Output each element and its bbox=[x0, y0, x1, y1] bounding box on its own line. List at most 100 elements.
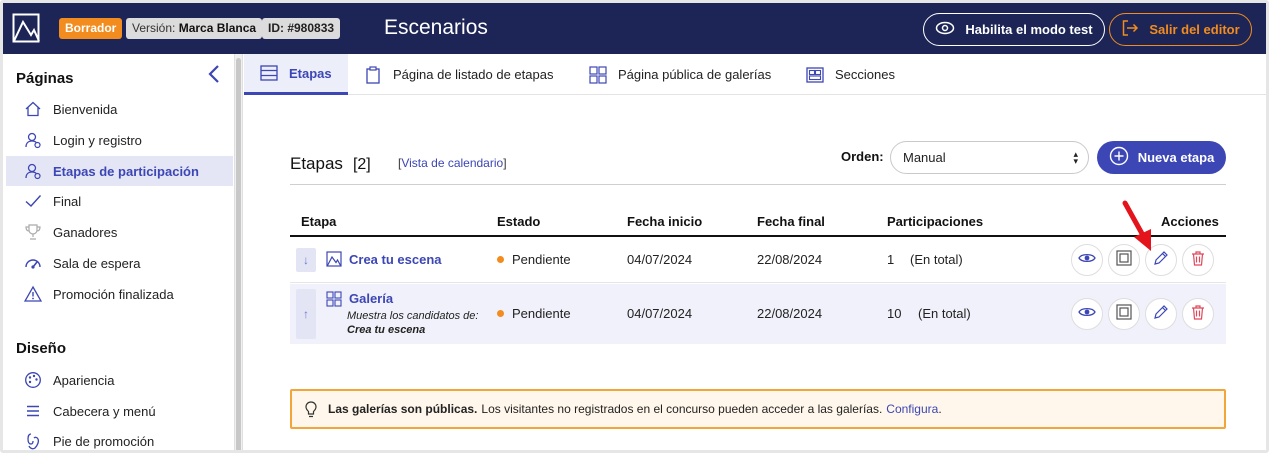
column-header-estado: Estado bbox=[497, 214, 541, 229]
tab-listado-etapas[interactable]: Página de listado de etapas bbox=[364, 54, 553, 95]
logo-icon[interactable] bbox=[12, 13, 40, 43]
stage-description-text: Muestra los candidatos de: bbox=[347, 310, 479, 322]
user-stages-icon bbox=[23, 161, 43, 181]
order-select[interactable]: Manual ▴ ▾ bbox=[890, 141, 1089, 174]
design-section-title: Diseño bbox=[16, 340, 67, 357]
stage-name-link[interactable]: Galería bbox=[349, 291, 393, 306]
edit-button[interactable] bbox=[1145, 298, 1177, 330]
sidebar-item-label: Login y registro bbox=[53, 132, 142, 148]
collapse-sidebar-icon[interactable] bbox=[206, 64, 222, 84]
test-mode-button[interactable]: Habilita el modo test bbox=[923, 13, 1105, 46]
configure-link[interactable]: Configura bbox=[886, 402, 938, 416]
exit-editor-button[interactable]: Salir del editor bbox=[1109, 13, 1252, 46]
sidebar-item-ganadores[interactable]: Ganadores bbox=[6, 217, 233, 247]
start-date: 04/07/2024 bbox=[627, 306, 693, 321]
calendar-link-text[interactable]: Vista de calendario bbox=[401, 156, 503, 170]
pages-section-title: Páginas bbox=[16, 70, 74, 87]
status-badge: Pendiente bbox=[497, 306, 571, 321]
sidebar-item-final[interactable]: Final bbox=[6, 186, 233, 216]
stage-name-link[interactable]: Crea tu escena bbox=[349, 252, 442, 267]
tab-label: Página pública de galerías bbox=[618, 67, 772, 82]
sidebar-item-label: Etapas de participación bbox=[53, 163, 199, 179]
user-login-icon bbox=[23, 130, 43, 150]
sidebar-item-sala-espera[interactable]: Sala de espera bbox=[6, 248, 233, 278]
eye-icon bbox=[1078, 305, 1096, 323]
sections-icon bbox=[806, 66, 824, 84]
new-stage-label: Nueva etapa bbox=[1137, 150, 1215, 165]
select-arrows-icon: ▴ ▾ bbox=[1073, 149, 1078, 166]
warning-icon bbox=[23, 284, 43, 304]
column-header-etapa: Etapa bbox=[301, 214, 337, 229]
status-dot bbox=[497, 310, 504, 318]
sidebar-item-cabecera[interactable]: Cabecera y menú bbox=[6, 396, 233, 426]
pencil-icon bbox=[1153, 304, 1169, 325]
test-mode-label: Habilita el modo test bbox=[965, 22, 1093, 37]
sidebar-item-label: Apariencia bbox=[53, 372, 115, 388]
public-gallery-notice: Las galerías son públicas. Los visitante… bbox=[290, 389, 1226, 429]
red-arrow-icon bbox=[1119, 199, 1159, 255]
version-value: Marca Blanca bbox=[178, 21, 257, 35]
notice-title: Las galerías son públicas. bbox=[328, 402, 478, 416]
version-label: Versión: bbox=[132, 21, 176, 35]
order-label: Orden: bbox=[841, 149, 884, 164]
move-down-button[interactable]: ↓ bbox=[296, 248, 316, 272]
gallery-grid-icon bbox=[326, 291, 342, 312]
view-button[interactable] bbox=[1071, 298, 1103, 330]
sidebar-item-login[interactable]: Login y registro bbox=[6, 125, 233, 155]
trash-icon bbox=[1190, 250, 1206, 271]
palette-icon bbox=[23, 370, 43, 390]
tab-label: Secciones bbox=[835, 67, 895, 82]
stages-count: [2] bbox=[352, 156, 371, 173]
view-button[interactable] bbox=[1071, 244, 1103, 276]
stage-description: Muestra los candidatos de: Crea tu escen… bbox=[347, 309, 487, 337]
exit-icon bbox=[1121, 19, 1139, 40]
participations-note: (En total) bbox=[910, 252, 963, 267]
column-header-participaciones: Participaciones bbox=[887, 214, 984, 229]
sidebar-item-label: Bienvenida bbox=[53, 101, 118, 117]
duplicate-icon bbox=[1115, 303, 1133, 326]
duplicate-button[interactable] bbox=[1108, 298, 1140, 330]
list-icon bbox=[260, 64, 278, 82]
status-dot bbox=[497, 256, 504, 264]
sidebar-item-apariencia[interactable]: Apariencia bbox=[6, 365, 233, 395]
calendar-view-link[interactable]: [Vista de calendario] bbox=[398, 156, 507, 170]
sidebar-item-pie-promocion[interactable]: Pie de promoción bbox=[6, 426, 233, 450]
participations-count: 10 bbox=[887, 306, 902, 321]
tab-label: Etapas bbox=[289, 65, 332, 81]
move-up-button[interactable]: ↑ bbox=[296, 289, 316, 339]
home-icon bbox=[23, 99, 43, 119]
participations-note: (En total) bbox=[918, 306, 971, 321]
delete-button[interactable] bbox=[1182, 298, 1214, 330]
clipboard-icon bbox=[364, 65, 382, 84]
sidebar: Páginas Bienvenida Login y registro Etap… bbox=[3, 54, 234, 450]
tab-etapas[interactable]: Etapas bbox=[244, 54, 348, 95]
section-divider bbox=[290, 184, 1226, 185]
tab-secciones[interactable]: Secciones bbox=[806, 54, 895, 95]
stages-heading-text: Etapas bbox=[290, 154, 343, 173]
column-header-acciones: Acciones bbox=[1161, 214, 1219, 229]
trophy-icon bbox=[23, 222, 43, 242]
sidebar-scrollbar[interactable] bbox=[234, 54, 243, 450]
new-stage-button[interactable]: Nueva etapa bbox=[1097, 141, 1226, 174]
version-badge: Versión: Marca Blanca bbox=[126, 18, 263, 39]
check-icon bbox=[23, 191, 43, 211]
app-frame: Borrador Versión: Marca Blanca ID: #9808… bbox=[0, 0, 1269, 453]
sidebar-item-label: Sala de espera bbox=[53, 255, 141, 271]
sidebar-item-label: Final bbox=[53, 193, 82, 209]
exit-editor-label: Salir del editor bbox=[1149, 22, 1240, 37]
gauge-icon bbox=[23, 253, 43, 273]
sidebar-item-etapas[interactable]: Etapas de participación bbox=[6, 156, 233, 186]
notice-end: . bbox=[938, 402, 942, 416]
delete-button[interactable] bbox=[1182, 244, 1214, 276]
sidebar-item-label: Cabecera y menú bbox=[53, 403, 156, 419]
sidebar-item-bienvenida[interactable]: Bienvenida bbox=[6, 94, 233, 124]
top-bar: Borrador Versión: Marca Blanca ID: #9808… bbox=[3, 3, 1266, 54]
sidebar-item-promocion-finalizada[interactable]: Promoción finalizada bbox=[6, 279, 233, 309]
stage-description-ref: Crea tu escena bbox=[347, 324, 426, 336]
table-row: ↑ Galería Muestra los candidatos de: Cre… bbox=[290, 284, 1226, 344]
trash-icon bbox=[1190, 304, 1206, 325]
scrollbar-thumb[interactable] bbox=[236, 58, 241, 450]
tab-bar: Etapas Página de listado de etapas Págin… bbox=[244, 54, 1266, 95]
tab-pagina-galerias[interactable]: Página pública de galerías bbox=[589, 54, 771, 95]
sidebar-item-label: Pie de promoción bbox=[53, 433, 155, 449]
